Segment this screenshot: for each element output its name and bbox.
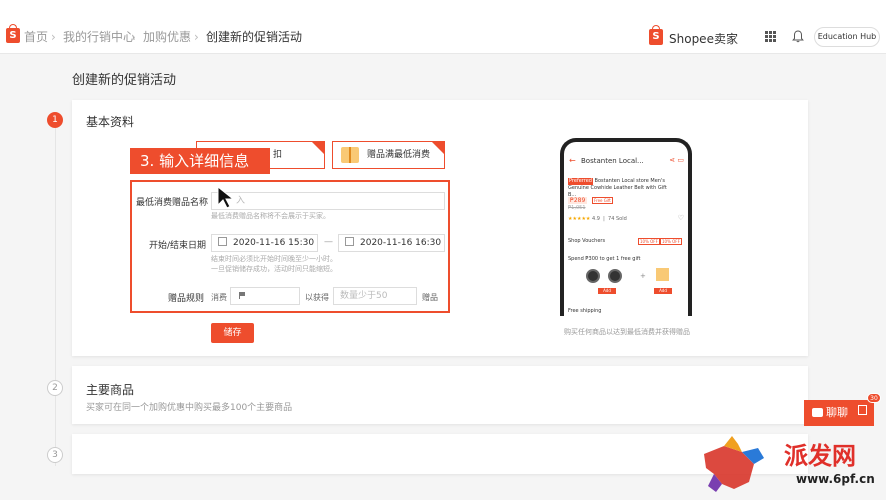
chat-bubble-icon: [812, 408, 823, 417]
main-products-subtitle: 买家可在同一个加购优惠中购买最多100个主要商品: [86, 403, 293, 413]
heart-icon: ♡: [677, 214, 684, 222]
chevron-right-icon: ›: [194, 30, 199, 44]
product-price: ₱289: [568, 197, 588, 204]
main-products-card: [72, 366, 808, 424]
phone-header: ← Bostanten Local... ⋖ ▭: [564, 154, 688, 170]
back-arrow-icon: ←: [569, 156, 576, 165]
plus-icon: +: [640, 272, 646, 280]
watch-product-icon: [608, 269, 622, 283]
phone-gift-area: + Add Add: [568, 266, 684, 302]
shopee-logo-icon[interactable]: S: [6, 24, 20, 43]
date-separator: —: [324, 237, 333, 247]
breadcrumb-current: 创建新的促销活动: [206, 30, 303, 44]
annotation-step-label: 3. 输入详细信息: [130, 148, 270, 174]
gift-name-hint: 最低消费赠品名称将不会展示于买家。: [211, 212, 330, 220]
voucher-tag: 10% OFF: [660, 238, 682, 245]
phone-product: Preferred Bostanten Local store Men's Ge…: [568, 178, 684, 228]
phone-shop-title: Bostanten Local...: [581, 157, 644, 165]
top-bar: S 首页 › 我的行销中心 › 加购优惠 › 创建新的促销活动 S Shopee…: [0, 0, 886, 54]
min-spend-input[interactable]: [230, 287, 300, 305]
rule-get-text: 以获得: [305, 293, 329, 302]
gift-icon: [341, 147, 359, 163]
product-old-price: ₱1,051: [568, 205, 586, 211]
add-button: Add: [654, 288, 672, 294]
gift-qty-input[interactable]: 数量少于50: [333, 287, 417, 305]
watermark-text: 派发网: [784, 441, 856, 470]
tile-label: 赠品满最低消费: [367, 150, 431, 160]
chat-window-icon[interactable]: [858, 405, 867, 415]
page-title: 创建新的促销活动: [72, 73, 177, 88]
save-button[interactable]: 储存: [211, 323, 254, 343]
gift-name-input[interactable]: 入: [211, 192, 445, 210]
chat-unread-badge: 30: [867, 393, 881, 403]
calendar-icon: [218, 237, 227, 246]
check-corner-icon: [432, 142, 444, 154]
breadcrumb-addon[interactable]: 加购优惠: [143, 29, 191, 45]
gift-box-icon: [656, 268, 669, 281]
calendar-icon: [345, 237, 354, 246]
gift-name-label: 最低消费赠品名称: [136, 198, 209, 208]
basic-info-title: 基本资料: [86, 115, 135, 129]
shopee-bag-icon: S: [649, 25, 663, 45]
start-time-input[interactable]: 2020-11-16 15:30: [211, 234, 318, 252]
check-corner-icon: [312, 142, 324, 154]
education-hub-button[interactable]: Education Hub: [814, 27, 880, 47]
apps-grid-icon[interactable]: [765, 31, 776, 42]
rule-unit-text: 赠品: [422, 293, 438, 302]
bell-icon[interactable]: [792, 30, 804, 43]
breadcrumb-marketing[interactable]: 我的行销中心: [63, 29, 135, 45]
free-shipping-row: Free shipping: [568, 308, 602, 314]
chevron-right-icon: ›: [51, 30, 56, 44]
end-time-input[interactable]: 2020-11-16 16:30: [338, 234, 445, 252]
add-button: Add: [598, 288, 616, 294]
shop-vouchers-row: Shop Vouchers 10% OFF 10% OFF: [568, 238, 682, 245]
breadcrumb-home[interactable]: 首页: [24, 29, 48, 45]
main-products-title: 主要商品: [86, 383, 135, 397]
phone-caption: 购买任何商品以达到最低消费并获得赠品: [564, 328, 690, 336]
phone-preview: ← Bostanten Local... ⋖ ▭ Preferred Bosta…: [560, 138, 692, 316]
step-3-indicator: 3: [47, 447, 63, 463]
gift-min-spend-tile[interactable]: 赠品满最低消费: [332, 141, 445, 169]
watermark-url: www.6pf.cn: [796, 472, 875, 486]
preferred-badge: Preferred: [568, 178, 593, 185]
gift-rule-label: 赠品规则: [168, 294, 205, 304]
step-2-indicator: 2: [47, 380, 63, 396]
step-1-indicator: 1: [47, 112, 63, 128]
currency-flag-icon: [239, 292, 245, 299]
step-line: [55, 126, 56, 466]
product-rating: ★★★★★ 4.9 | 74 Sold: [568, 216, 627, 222]
time-hint-1: 结束时间必须比开始时间晚至少一小时。: [211, 255, 337, 263]
chevron-right-icon: ›: [131, 30, 136, 44]
watch-product-icon: [586, 269, 600, 283]
tile-label: 扣: [273, 150, 283, 160]
time-hint-2: 一旦促销储存成功，活动时间只能缩短。: [211, 265, 337, 273]
date-range-label: 开始/结束日期: [149, 241, 207, 251]
mouse-cursor-icon: [217, 186, 235, 209]
voucher-tag: 10% OFF: [638, 238, 660, 245]
rule-spend-text: 消费: [211, 293, 227, 302]
share-cart-icon: ⋖ ▭: [669, 156, 684, 164]
gift-promo-row: Spend ₱300 to get 1 free gift: [568, 256, 641, 262]
free-gift-tag: Free Gift: [592, 197, 613, 204]
brand-name: Shopee卖家: [669, 32, 738, 46]
